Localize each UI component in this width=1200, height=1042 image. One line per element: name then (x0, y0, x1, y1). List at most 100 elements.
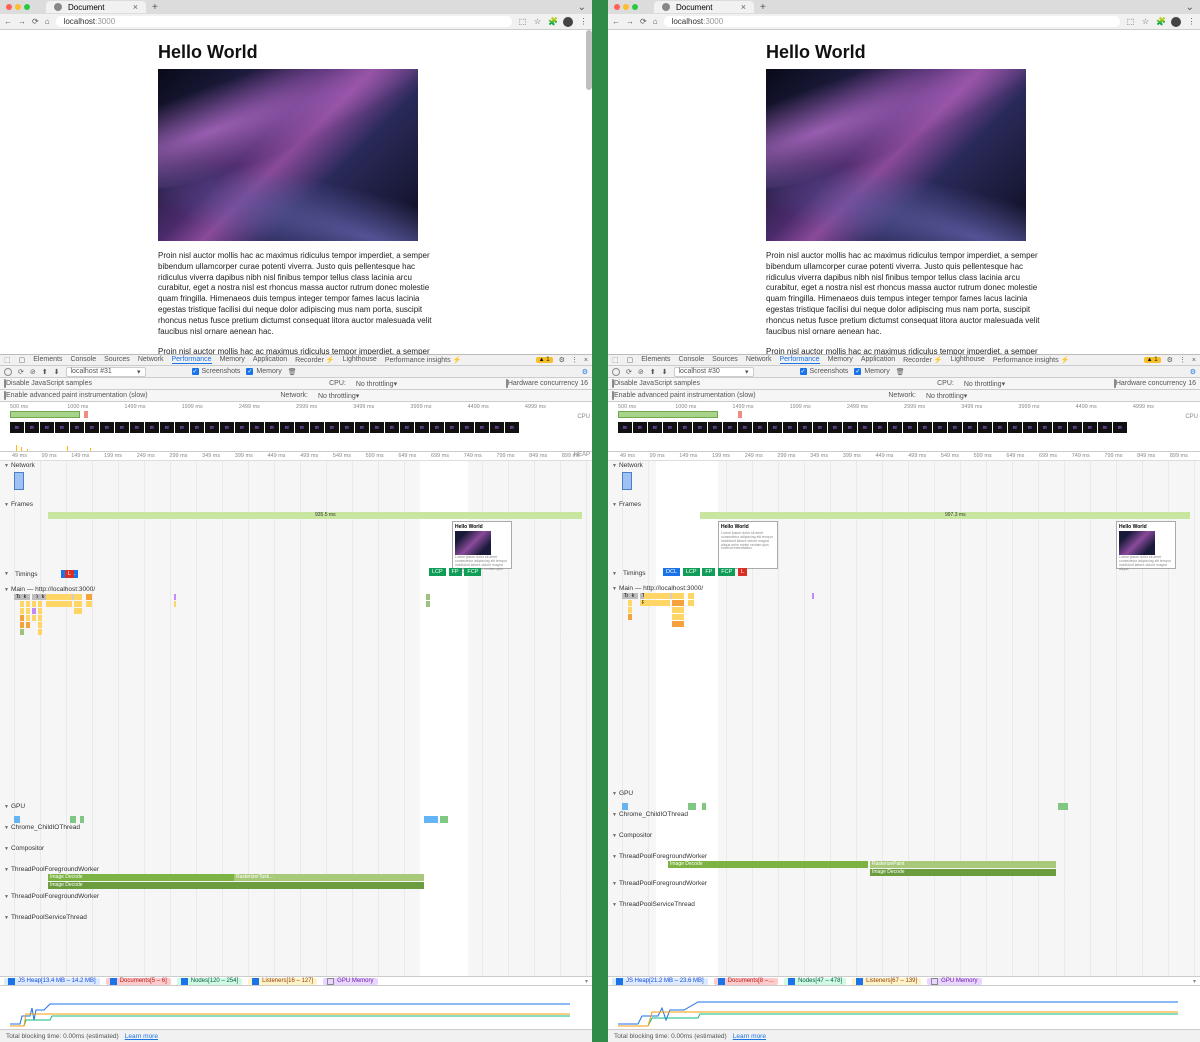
perf-reload-icon[interactable]: ⟳ (626, 368, 632, 376)
devtools-warning-badge[interactable]: ▲ 1 (1144, 357, 1161, 363)
devtools-inspect-icon[interactable]: ⬚ (4, 356, 11, 364)
window-traffic-lights[interactable] (614, 4, 638, 10)
track-tp-fg[interactable]: ThreadPoolForegroundWorker (0, 865, 592, 874)
timing-fcp-badge[interactable]: FCP (718, 568, 735, 576)
devtools-menu-icon[interactable]: ⋮ (571, 356, 578, 364)
nav-back-icon[interactable]: ← (4, 17, 12, 26)
perf-tracks[interactable]: Network Frames 997.3 ms Hello World Lore… (608, 461, 1200, 976)
devtools-tab[interactable]: Console (678, 356, 704, 364)
stat-documents[interactable]: Documents[5 – 6] (106, 978, 171, 985)
bookmark-icon[interactable]: ☆ (533, 17, 542, 27)
perf-memory-checkbox[interactable]: Memory (854, 368, 889, 375)
page-viewport[interactable]: Hello World Proin nisl auctor mollis hac… (608, 30, 1200, 354)
perf-hw-checkbox[interactable]: Hardware concurrency 16 (506, 380, 588, 387)
tab-overflow-icon[interactable]: ⌄ (1186, 2, 1194, 13)
nav-reload-icon[interactable]: ⟳ (640, 17, 647, 26)
devtools-close-icon[interactable]: × (584, 357, 588, 364)
devtools-tab[interactable]: Console (70, 356, 96, 364)
perf-adv-paint-checkbox[interactable]: Enable advanced paint instrumentation (s… (4, 392, 148, 399)
stat-nodes[interactable]: Nodes[120 – 254] (177, 978, 242, 985)
devtools-warning-badge[interactable]: ▲ 1 (536, 357, 553, 363)
new-tab-button[interactable]: + (152, 2, 158, 13)
perf-tracks[interactable]: Network Frames 935.5 ms Hello World Lore… (0, 461, 592, 976)
track-frames[interactable]: Frames (0, 500, 592, 509)
window-traffic-lights[interactable] (6, 4, 30, 10)
perf-download-icon[interactable]: ⬇ (662, 368, 668, 376)
stat-heap[interactable]: JS Heap[21.2 MB – 23.6 MB] (612, 978, 708, 985)
stats-overflow-icon[interactable]: ▾ (1193, 978, 1196, 985)
track-compositor[interactable]: Compositor (608, 831, 1200, 840)
new-tab-button[interactable]: + (760, 2, 766, 13)
timing-l-badge[interactable]: L (65, 570, 74, 578)
track-tp-svc[interactable]: ThreadPoolServiceThread (608, 900, 1200, 909)
thread-block[interactable]: Image Decode (870, 869, 1056, 876)
track-network[interactable]: Network (0, 461, 592, 470)
timing-lcp-badge[interactable]: LCP (683, 568, 700, 576)
perf-upload-icon[interactable]: ⬆ (42, 368, 48, 376)
perf-disable-js-checkbox[interactable]: Disable JavaScript samples (612, 380, 700, 387)
devtools-menu-icon[interactable]: ⋮ (1179, 356, 1186, 364)
devtools-tab[interactable]: Recorder ⚡ (903, 356, 942, 364)
stat-heap[interactable]: JS Heap[13.4 MB – 14.2 MB] (4, 978, 100, 985)
perf-recording-select[interactable]: localhost #31▾ (66, 367, 146, 377)
perf-trash-icon[interactable]: 🗑 (288, 368, 297, 376)
stat-nodes[interactable]: Nodes[47 – 478] (784, 978, 846, 985)
track-chrome-child[interactable]: Chrome_ChildIOThread (608, 810, 1200, 819)
perf-cpu-select[interactable]: No throttling▾ (964, 380, 1024, 388)
nav-reload-icon[interactable]: ⟳ (32, 17, 39, 26)
thread-block[interactable]: Image Decode (668, 861, 868, 868)
stat-documents[interactable]: Documents[8 –… (714, 978, 778, 985)
track-gpu[interactable]: GPU (0, 802, 592, 811)
track-main[interactable]: Main — http://localhost:3000/ (0, 585, 592, 594)
devtools-device-icon[interactable]: ▢ (627, 356, 634, 364)
devtools-tab[interactable]: Lighthouse (951, 356, 985, 364)
menu-icon[interactable]: ⋮ (1187, 17, 1196, 27)
browser-tab[interactable]: Document × (654, 1, 754, 13)
nav-forward-icon[interactable]: → (626, 17, 634, 26)
perf-memory-chart[interactable] (608, 986, 1200, 1030)
perf-upload-icon[interactable]: ⬆ (650, 368, 656, 376)
devtools-tab[interactable]: Memory (828, 356, 853, 364)
nav-home-icon[interactable]: ⌂ (653, 17, 658, 26)
perf-download-icon[interactable]: ⬇ (54, 368, 60, 376)
perf-settings-icon[interactable]: ⚙ (582, 368, 588, 376)
devtools-tab[interactable]: Network (138, 356, 164, 364)
viewport-scrollbar[interactable] (586, 30, 592, 90)
timing-fcp-badge[interactable]: FCP (464, 568, 481, 576)
perf-disable-js-checkbox[interactable]: Disable JavaScript samples (4, 380, 92, 387)
extensions-icon[interactable]: 🧩 (548, 17, 557, 27)
stat-gpu[interactable]: GPU Memory (927, 978, 981, 985)
perf-net-select[interactable]: No throttling▾ (318, 392, 378, 400)
stat-listeners[interactable]: Listeners[16 – 127] (248, 978, 317, 985)
browser-tab[interactable]: Document × (46, 1, 146, 13)
nav-home-icon[interactable]: ⌂ (45, 17, 50, 26)
timing-dcl-badge[interactable]: DCL (663, 568, 680, 576)
track-tp-svc[interactable]: ThreadPoolServiceThread (0, 913, 592, 922)
perf-clear-icon[interactable]: ⊘ (638, 368, 644, 376)
devtools-inspect-icon[interactable]: ⬚ (612, 356, 619, 364)
devtools-tab[interactable]: Application (253, 356, 287, 364)
install-app-icon[interactable]: ⬚ (1126, 17, 1135, 27)
network-request[interactable] (14, 472, 24, 490)
bookmark-icon[interactable]: ☆ (1141, 17, 1150, 27)
install-app-icon[interactable]: ⬚ (518, 17, 527, 27)
nav-back-icon[interactable]: ← (612, 17, 620, 26)
perf-cpu-select[interactable]: No throttling▾ (356, 380, 416, 388)
perf-record-icon[interactable] (612, 368, 620, 376)
track-frames[interactable]: Frames (608, 500, 1200, 509)
frame-preview[interactable]: Hello World Lorem ipsum dolor sit amet c… (1116, 521, 1176, 569)
profile-icon[interactable] (1171, 17, 1181, 27)
network-request[interactable] (622, 472, 632, 490)
devtools-tab[interactable]: Network (746, 356, 772, 364)
tab-overflow-icon[interactable]: ⌄ (578, 2, 586, 13)
track-tp-fg-2[interactable]: ThreadPoolForegroundWorker (0, 892, 592, 901)
perf-screenshots-checkbox[interactable]: Screenshots (192, 368, 241, 375)
page-viewport[interactable]: Hello World Proin nisl auctor mollis hac… (0, 30, 592, 354)
devtools-tab[interactable]: Performance insights ⚡ (993, 356, 1069, 364)
timing-fp-badge[interactable]: FP (702, 568, 715, 576)
track-tp-fg[interactable]: ThreadPoolForegroundWorker (608, 852, 1200, 861)
perf-adv-paint-checkbox[interactable]: Enable advanced paint instrumentation (s… (612, 392, 756, 399)
perf-memory-checkbox[interactable]: Memory (246, 368, 281, 375)
url-input[interactable]: localhost:3000 (664, 16, 1120, 27)
frames-bar[interactable]: 935.5 ms (48, 512, 582, 519)
